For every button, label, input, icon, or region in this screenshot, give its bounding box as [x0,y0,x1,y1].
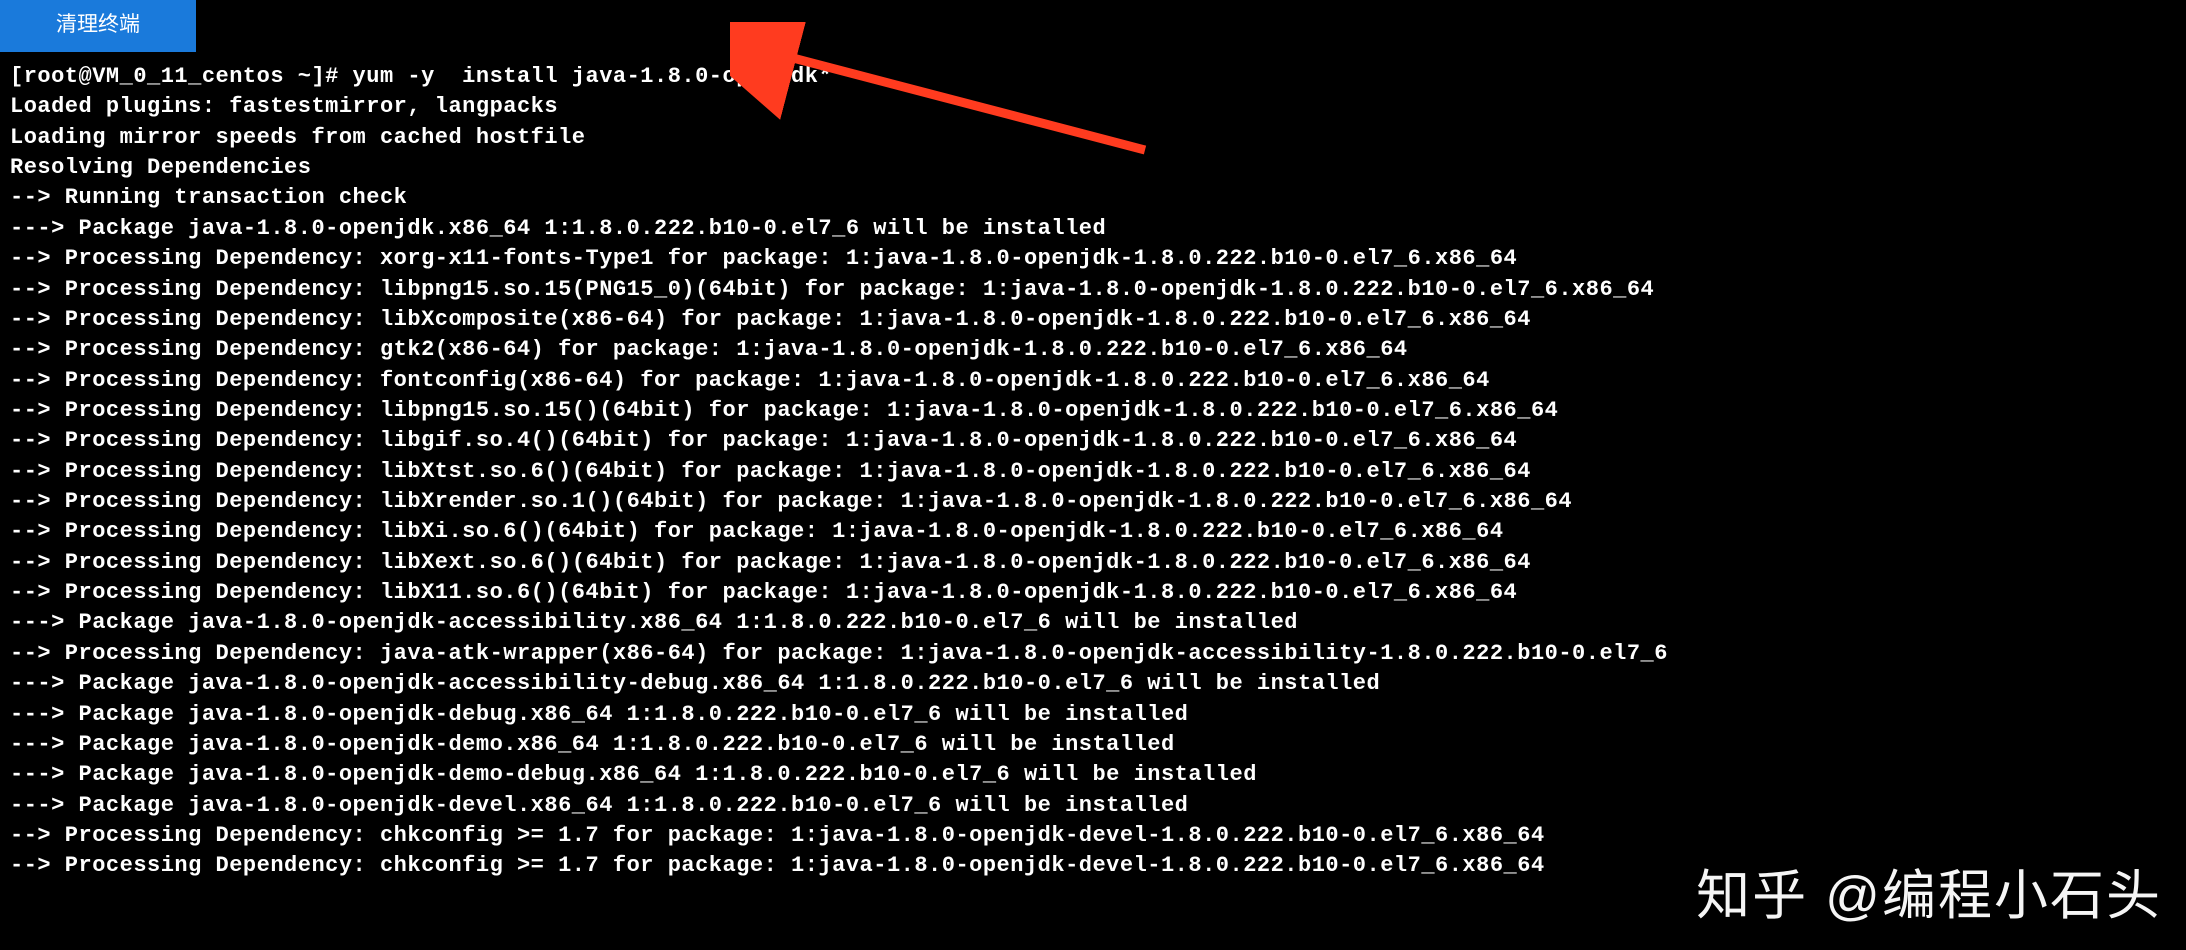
terminal-line: --> Processing Dependency: libXext.so.6(… [10,548,2186,578]
terminal-line: --> Processing Dependency: libXtst.so.6(… [10,457,2186,487]
terminal-line: --> Processing Dependency: xorg-x11-font… [10,244,2186,274]
terminal-line: --> Processing Dependency: libXcomposite… [10,305,2186,335]
terminal-line: --> Processing Dependency: libpng15.so.1… [10,275,2186,305]
terminal-line: ---> Package java-1.8.0-openjdk-accessib… [10,608,2186,638]
terminal-output[interactable]: [root@VM_0_11_centos ~]# yum -y install … [0,52,2186,882]
terminal-line: --> Processing Dependency: libXrender.so… [10,487,2186,517]
terminal-line: --> Processing Dependency: chkconfig >= … [10,821,2186,851]
terminal-line: --> Processing Dependency: java-atk-wrap… [10,639,2186,669]
terminal-line: --> Processing Dependency: gtk2(x86-64) … [10,335,2186,365]
terminal-line: ---> Package java-1.8.0-openjdk-demo-deb… [10,760,2186,790]
tab-bar: 清理终端 [0,0,2186,52]
terminal-line: --> Processing Dependency: libgif.so.4()… [10,426,2186,456]
terminal-line: Loading mirror speeds from cached hostfi… [10,123,2186,153]
terminal-line: Resolving Dependencies [10,153,2186,183]
terminal-line: Loaded plugins: fastestmirror, langpacks [10,92,2186,122]
terminal-line: --> Running transaction check [10,183,2186,213]
terminal-line: ---> Package java-1.8.0-openjdk-devel.x8… [10,791,2186,821]
terminal-line: --> Processing Dependency: libX11.so.6()… [10,578,2186,608]
watermark-text: 知乎 @编程小石头 [1696,851,2162,930]
terminal-line: ---> Package java-1.8.0-openjdk.x86_64 1… [10,214,2186,244]
terminal-line: --> Processing Dependency: libpng15.so.1… [10,396,2186,426]
terminal-line: --> Processing Dependency: fontconfig(x8… [10,366,2186,396]
terminal-line: [root@VM_0_11_centos ~]# yum -y install … [10,62,2186,92]
terminal-line: ---> Package java-1.8.0-openjdk-debug.x8… [10,700,2186,730]
terminal-line: ---> Package java-1.8.0-openjdk-accessib… [10,669,2186,699]
terminal-line: ---> Package java-1.8.0-openjdk-demo.x86… [10,730,2186,760]
tab-clear-terminal[interactable]: 清理终端 [0,0,196,52]
terminal-line: --> Processing Dependency: libXi.so.6()(… [10,517,2186,547]
